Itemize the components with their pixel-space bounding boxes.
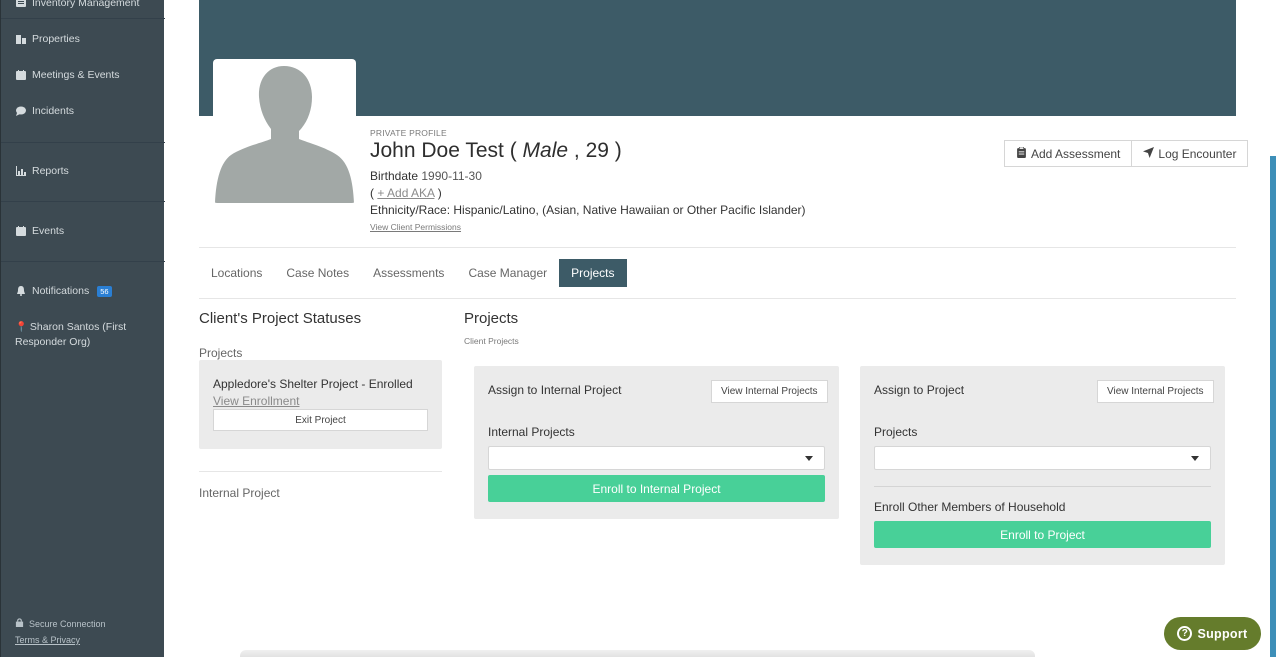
enroll-internal-project-button[interactable]: Enroll to Internal Project <box>488 475 825 502</box>
secure-connection: Secure Connection <box>15 618 106 629</box>
birthdate-row: Birthdate 1990-11-30 <box>370 169 482 183</box>
ethnicity-value: Hispanic/Latino, (Asian, Native Hawaiian… <box>453 203 806 217</box>
sidebar-item-label: Inventory Management <box>32 0 140 9</box>
sidebar-divider <box>1 142 165 143</box>
projects-select[interactable] <box>874 446 1211 470</box>
projects-title: Projects <box>464 310 519 327</box>
sidebar-item-label: Incidents <box>32 105 75 117</box>
sidebar-item-properties[interactable]: Properties <box>15 33 80 45</box>
client-age: 29 <box>585 139 609 162</box>
terms-privacy-link[interactable]: Terms & Privacy <box>15 635 80 645</box>
exit-project-button[interactable]: Exit Project <box>213 409 428 431</box>
client-name: John Doe Test <box>370 139 504 162</box>
notification-count-badge: 56 <box>97 285 112 297</box>
caret-down-icon <box>1191 456 1199 461</box>
ethnicity-row: Ethnicity/Race: Hispanic/Latino, (Asian,… <box>370 203 806 217</box>
inventory-icon <box>15 0 26 9</box>
birthdate-value: 1990-11-30 <box>421 169 482 183</box>
client-gender: Male <box>522 139 569 162</box>
sidebar-item-incidents[interactable]: Incidents <box>15 105 74 117</box>
view-internal-projects-button[interactable]: View Internal Projects <box>711 380 828 403</box>
add-aka-link[interactable]: + Add AKA <box>377 186 434 200</box>
tab-case-manager[interactable]: Case Manager <box>456 259 559 287</box>
sidebar-user-name: Sharon Santos (First Responder Org) <box>15 321 127 348</box>
divider <box>199 298 1236 299</box>
view-enrollment-link[interactable]: View Enrollment <box>213 394 299 408</box>
client-avatar <box>213 59 356 203</box>
calendar-icon <box>15 226 26 237</box>
add-assessment-button[interactable]: Add Assessment <box>1004 140 1133 167</box>
sidebar-item-label: Notifications <box>32 285 90 297</box>
building-icon <box>15 34 26 45</box>
divider <box>199 471 442 472</box>
caret-down-icon <box>805 456 813 461</box>
calendar-icon <box>15 70 26 81</box>
assign-project-title: Assign to Project <box>874 383 965 397</box>
sidebar-item-events[interactable]: Events <box>15 225 64 237</box>
projects-field-label: Projects <box>874 425 918 439</box>
project-statuses-title: Client's Project Statuses <box>199 310 362 327</box>
ethnicity-label: Ethnicity/Race: <box>370 203 451 217</box>
enroll-project-button[interactable]: Enroll to Project <box>874 521 1211 548</box>
sidebar-item-label: Meetings & Events <box>32 69 120 81</box>
sidebar-item-label: Reports <box>32 165 69 177</box>
user-pin-icon: 📍 <box>15 322 28 333</box>
client-projects-caption: Client Projects <box>464 336 519 346</box>
sidebar-item-label: Events <box>32 225 65 237</box>
scrollbar[interactable] <box>1270 156 1276 657</box>
assign-internal-title: Assign to Internal Project <box>488 383 622 397</box>
projects-label: Projects <box>199 346 243 360</box>
sidebar-item-inventory[interactable]: Inventory Management <box>15 0 139 9</box>
sidebar-item-meetings[interactable]: Meetings & Events <box>15 69 120 81</box>
private-profile-label: PRIVATE PROFILE <box>370 128 447 138</box>
tab-assessments[interactable]: Assessments <box>361 259 456 287</box>
sidebar-divider <box>1 18 165 19</box>
bell-icon <box>15 286 26 297</box>
client-name-heading: John Doe Test ( Male , 29 ) <box>370 139 622 162</box>
sidebar-item-reports[interactable]: Reports <box>15 165 69 177</box>
aka-row: ( + Add AKA ) <box>370 186 442 200</box>
divider <box>874 486 1211 487</box>
question-icon: ? <box>1177 626 1193 641</box>
log-encounter-button[interactable]: Log Encounter <box>1132 140 1249 167</box>
sidebar-divider <box>1 261 165 262</box>
view-client-permissions-link[interactable]: View Client Permissions <box>370 222 461 232</box>
profile-actions: Add Assessment Log Encounter <box>1004 140 1249 167</box>
bar-chart-icon <box>15 166 26 177</box>
sidebar-user[interactable]: 📍 Sharon Santos (First Responder Org) <box>15 320 155 350</box>
internal-projects-select[interactable] <box>488 446 825 470</box>
view-internal-projects-button-2[interactable]: View Internal Projects <box>1097 380 1214 403</box>
bottom-panel-edge <box>240 650 1035 657</box>
tab-case-notes[interactable]: Case Notes <box>274 259 361 287</box>
chat-icon <box>15 106 26 117</box>
location-arrow-icon <box>1143 146 1155 161</box>
sidebar-item-label: Properties <box>32 33 80 45</box>
support-button[interactable]: ? Support <box>1164 617 1261 650</box>
internal-projects-label: Internal Projects <box>488 425 575 439</box>
divider <box>199 247 1236 248</box>
sidebar: Inventory Management Properties Meetings… <box>0 0 165 657</box>
lock-icon <box>15 618 24 629</box>
project-status-title: Appledore's Shelter Project - Enrolled <box>213 377 413 391</box>
profile-tabs: Locations Case Notes Assessments Case Ma… <box>199 259 627 287</box>
tab-locations[interactable]: Locations <box>199 259 274 287</box>
sidebar-divider <box>1 201 165 202</box>
internal-project-label: Internal Project <box>199 486 280 500</box>
sidebar-item-notifications[interactable]: Notifications 56 <box>15 285 112 297</box>
clipboard-icon <box>1016 146 1027 161</box>
assign-project-card: Assign to Project View Internal Projects… <box>860 366 1225 565</box>
household-label: Enroll Other Members of Household <box>874 500 1066 514</box>
project-status-card: Appledore's Shelter Project - Enrolled V… <box>199 360 442 449</box>
tab-projects[interactable]: Projects <box>559 259 627 287</box>
person-silhouette-icon <box>215 66 354 203</box>
birthdate-label: Birthdate <box>370 169 419 183</box>
assign-internal-project-card: Assign to Internal Project View Internal… <box>474 366 839 519</box>
